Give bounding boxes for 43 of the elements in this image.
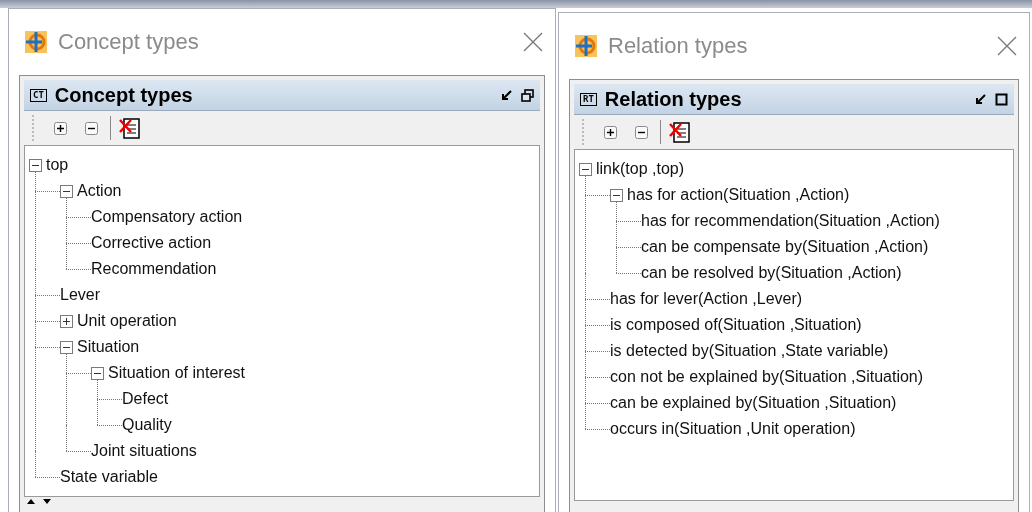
expand-all-icon[interactable] — [54, 121, 67, 135]
splitter-arrows-icon[interactable] — [26, 498, 52, 504]
pin-arrow-icon[interactable] — [501, 89, 513, 101]
tree-item[interactable]: link(top ,top) — [596, 160, 685, 178]
tree-item[interactable]: has for lever(Action ,Lever) — [610, 290, 803, 308]
tree-item[interactable]: is composed of(Situation ,Situation) — [610, 316, 862, 334]
tree-item[interactable]: can be compensate by(Situation ,Action) — [641, 238, 929, 256]
tree-item[interactable]: Unit operation — [77, 312, 177, 330]
delete-document-icon[interactable] — [669, 120, 691, 144]
restore-icon[interactable] — [521, 88, 534, 102]
panel-title: Relation types — [604, 87, 743, 111]
collapse-icon[interactable] — [60, 184, 73, 198]
collapse-icon[interactable] — [610, 188, 623, 202]
collapse-icon[interactable] — [60, 340, 73, 354]
close-icon[interactable] — [523, 32, 543, 52]
app-icon — [574, 34, 598, 58]
collapse-icon[interactable] — [91, 366, 104, 380]
tree-item[interactable]: is detected by(Situation ,State variable) — [610, 342, 889, 360]
collapse-icon[interactable] — [29, 158, 42, 172]
maximize-icon[interactable] — [995, 92, 1008, 106]
expand-icon[interactable] — [60, 314, 73, 328]
panel-icon: RT — [580, 92, 597, 106]
collapse-all-icon[interactable] — [85, 121, 98, 135]
window-title: Concept types — [58, 29, 200, 55]
tree-item[interactable]: occurs in(Situation ,Unit operation) — [610, 420, 856, 438]
tree-item[interactable]: has for recommendation(Situation ,Action) — [641, 212, 940, 230]
tree-item[interactable]: Compensatory action — [91, 208, 243, 226]
window-title: Relation types — [608, 33, 749, 59]
collapse-all-icon[interactable] — [635, 125, 648, 139]
tree-item[interactable]: can be explained by(Situation ,Situation) — [610, 394, 897, 412]
tree-item[interactable]: con not be explained by(Situation ,Situation) — [610, 368, 924, 386]
tree-item[interactable]: can be resolved by(Situation ,Action) — [641, 264, 902, 282]
close-icon[interactable] — [997, 36, 1017, 56]
collapse-icon[interactable] — [579, 162, 592, 176]
pin-arrow-icon[interactable] — [975, 93, 987, 105]
tree-item[interactable]: top — [46, 156, 69, 174]
delete-document-icon[interactable] — [119, 116, 141, 140]
panel-icon: CT — [30, 88, 47, 102]
app-icon — [24, 30, 48, 54]
tree-item[interactable]: has for action(Situation ,Action) — [627, 186, 850, 204]
expand-all-icon[interactable] — [604, 125, 617, 139]
tree-item[interactable]: Quality — [122, 416, 172, 434]
panel-title: Concept types — [54, 83, 194, 107]
